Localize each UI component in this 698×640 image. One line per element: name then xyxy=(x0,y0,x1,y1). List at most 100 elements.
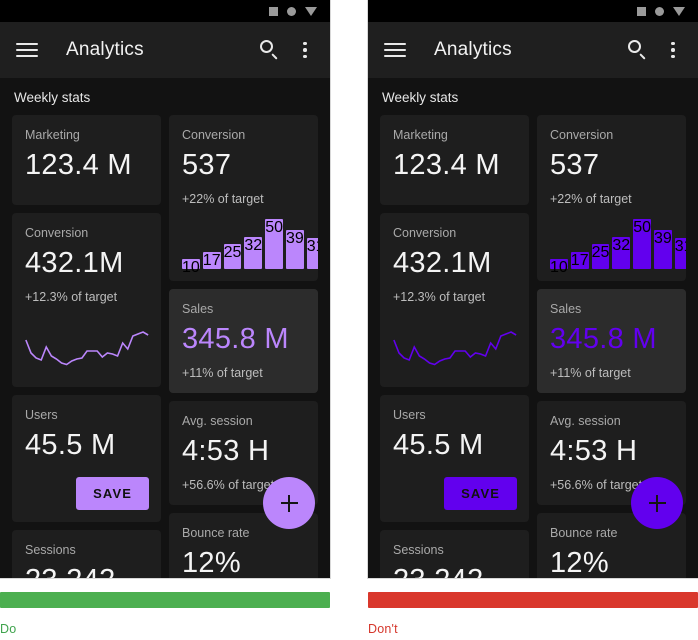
phone-frame-dont: Analytics Weekly stats Marketing 123.4 M Con… xyxy=(368,0,698,578)
bar-chart-conversion: 10172532503931 xyxy=(550,217,686,276)
bar-chart-bar: 17 xyxy=(570,252,589,269)
card-label: Avg. session xyxy=(550,414,621,428)
card-value: 345.8 M xyxy=(182,323,289,355)
hamburger-line xyxy=(384,43,406,45)
app-bar: Analytics xyxy=(368,22,698,78)
bar-chart-bar: 10 xyxy=(550,259,568,276)
section-label: Weekly stats xyxy=(14,90,91,105)
bar-chart-bar: 39 xyxy=(285,230,304,269)
card-subtext: +12.3% of target xyxy=(393,290,486,304)
card-value: 537 xyxy=(550,149,600,181)
floating-action-button[interactable] xyxy=(263,477,315,529)
bar-chart-bar: 39 xyxy=(653,230,672,269)
floating-action-button[interactable] xyxy=(631,477,683,529)
card-conversion-line[interactable]: Conversion 432.1M +12.3% of target xyxy=(12,213,161,387)
card-value: 123.4 M xyxy=(25,149,132,181)
card-conversion-bars[interactable]: Conversion 537 +22% of target 10 17 25 32 50 39 3… xyxy=(169,115,318,281)
plus-icon-vertical xyxy=(656,494,658,512)
status-bar xyxy=(0,0,330,22)
card-label: Conversion xyxy=(25,226,89,240)
save-button-row: SAVE xyxy=(25,477,149,510)
card-marketing[interactable]: Marketing 123.4 M xyxy=(12,115,161,205)
triangle-down-icon xyxy=(673,6,685,16)
card-conversion-bars[interactable]: Conversion 537 +22% of target 10 17 25 32 50 39 3… xyxy=(537,115,686,281)
bar-chart-bar: 32 xyxy=(612,237,631,269)
bar-chart-bar: 32 xyxy=(244,237,263,269)
card-value: 432.1M xyxy=(25,247,124,279)
search-icon[interactable] xyxy=(626,39,648,61)
card-column-left: Marketing 123.4 M Conversion 432.1M +12.3% o… xyxy=(380,115,529,578)
bar-chart-bar: 25 xyxy=(223,244,242,269)
hamburger-menu-icon[interactable] xyxy=(382,37,408,63)
card-label: Sales xyxy=(550,302,582,316)
card-label: Users xyxy=(25,408,58,422)
verdict-bar xyxy=(0,592,330,608)
bar-chart-bar: 25 xyxy=(591,244,610,269)
card-sales[interactable]: Sales 345.8 M +11% of target xyxy=(537,289,686,393)
panel-do: Analytics Weekly stats Marketing 123.4 M Con… xyxy=(0,0,330,636)
verdict-label: Don't xyxy=(368,622,398,636)
card-value: 23,242 xyxy=(393,562,517,578)
card-sales[interactable]: Sales 345.8 M +11% of target xyxy=(169,289,318,393)
section-label: Weekly stats xyxy=(382,90,459,105)
card-value: 4:53 H xyxy=(182,435,270,467)
card-subtext: +11% of target xyxy=(182,366,263,380)
search-icon[interactable] xyxy=(258,39,280,61)
card-value: 12% xyxy=(550,547,609,578)
line-chart-path xyxy=(394,332,516,365)
card-value: 45.5 M xyxy=(393,429,484,461)
card-label: Avg. session xyxy=(182,414,253,428)
card-value: 123.4 M xyxy=(393,149,500,181)
card-value: 432.1M xyxy=(393,247,492,279)
card-label: Marketing xyxy=(393,128,448,142)
card-subtext: +22% of target xyxy=(182,192,264,206)
triangle-down-icon xyxy=(305,6,317,16)
card-value: 345.8 M xyxy=(550,323,657,355)
hamburger-line xyxy=(16,43,38,45)
card-sessions[interactable]: Sessions 23,242 xyxy=(380,530,529,578)
card-value: 4:53 H xyxy=(550,435,638,467)
hamburger-line xyxy=(384,55,406,57)
bar-chart-conversion: 10172532503931 xyxy=(182,217,318,276)
bar-chart-bar: 17 xyxy=(202,252,221,269)
card-users[interactable]: Users 45.5 M SAVE xyxy=(12,395,161,522)
card-label: Marketing xyxy=(25,128,80,142)
more-vert-icon[interactable] xyxy=(294,39,316,61)
card-value: 537 xyxy=(182,149,232,181)
search-ring xyxy=(628,40,641,53)
line-chart-path xyxy=(26,332,148,365)
circle-icon xyxy=(287,6,296,16)
card-sessions[interactable]: Sessions 23,242 xyxy=(12,530,161,578)
hamburger-line xyxy=(16,49,38,51)
more-dot xyxy=(671,41,675,46)
more-dot xyxy=(303,48,307,52)
card-label: Conversion xyxy=(182,128,246,142)
bar-chart-bar: 10 xyxy=(182,259,200,276)
card-users[interactable]: Users 45.5 M SAVE xyxy=(380,395,529,522)
card-column-left: Marketing 123.4 M Conversion 432.1M +12.3% o… xyxy=(12,115,161,578)
line-chart-conversion xyxy=(393,313,517,375)
save-button[interactable]: SAVE xyxy=(444,477,517,510)
card-conversion-line[interactable]: Conversion 432.1M +12.3% of target xyxy=(380,213,529,387)
line-chart-conversion xyxy=(25,313,149,375)
card-marketing[interactable]: Marketing 123.4 M xyxy=(380,115,529,205)
bar-chart-bar: 50 xyxy=(633,219,651,269)
hamburger-line xyxy=(384,49,406,51)
plus-icon-vertical xyxy=(288,494,290,512)
page-title: Analytics xyxy=(66,39,144,60)
card-subtext: +12.3% of target xyxy=(25,290,118,304)
more-vert-icon[interactable] xyxy=(662,39,684,61)
card-subtext: +22% of target xyxy=(550,192,632,206)
app-bar: Analytics xyxy=(0,22,330,78)
panel-dont: Analytics Weekly stats Marketing 123.4 M Con… xyxy=(368,0,698,636)
status-bar xyxy=(368,0,698,22)
card-label: Sales xyxy=(182,302,214,316)
save-button-row: SAVE xyxy=(393,477,517,510)
search-ring xyxy=(260,40,273,53)
card-value: 23,242 xyxy=(25,562,149,578)
hamburger-line xyxy=(16,55,38,57)
circle-icon xyxy=(655,6,664,16)
hamburger-menu-icon[interactable] xyxy=(14,37,40,63)
save-button[interactable]: SAVE xyxy=(76,477,149,510)
square-icon xyxy=(637,6,646,16)
